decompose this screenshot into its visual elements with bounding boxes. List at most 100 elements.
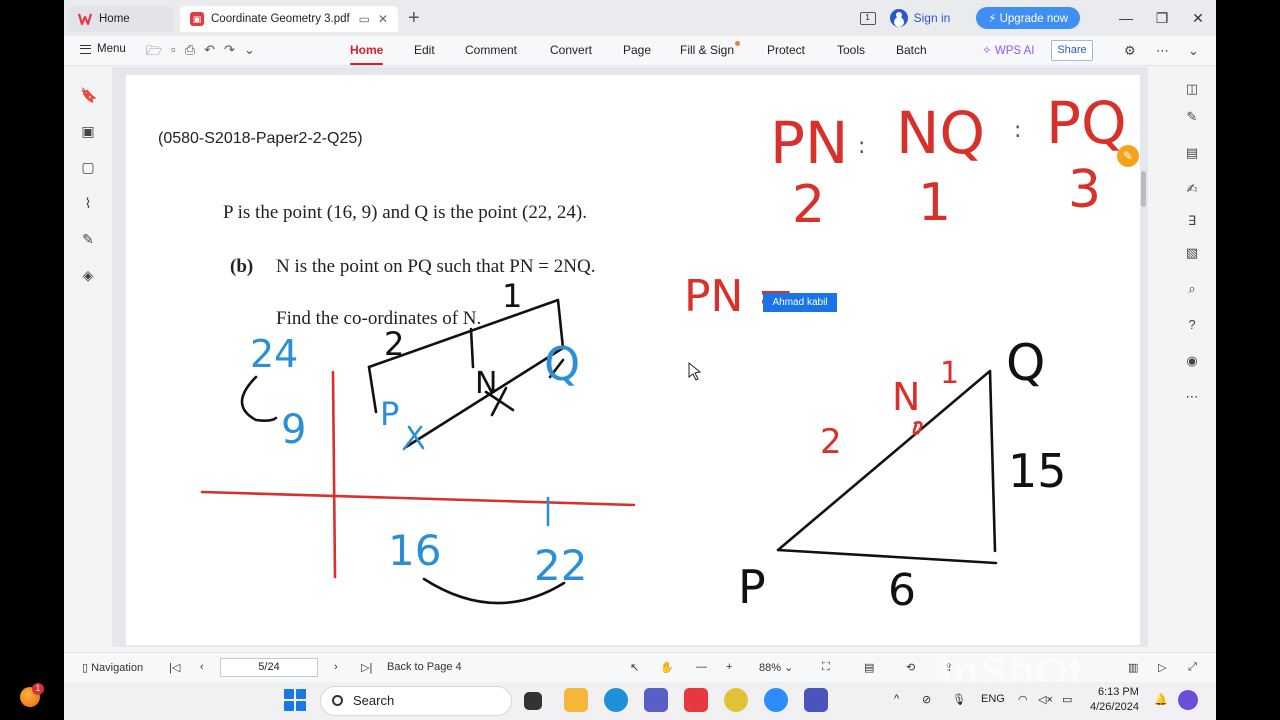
rotate-icon[interactable]: ⟲ <box>906 661 915 674</box>
tab-edit[interactable]: Edit <box>414 43 435 57</box>
tab-protect[interactable]: Protect <box>767 43 805 57</box>
signature-icon[interactable]: ✎ <box>80 231 96 247</box>
page-number-input[interactable]: 5/24 <box>220 658 318 677</box>
menu-button[interactable]: Menu <box>80 43 126 55</box>
select-tool-icon[interactable]: ↖ <box>630 661 639 674</box>
fullscreen-icon[interactable]: ⤢ <box>1188 661 1197 674</box>
upgrade-button[interactable]: ⚡ Upgrade now <box>976 7 1080 29</box>
tab-comment[interactable]: Comment <box>465 43 517 57</box>
edge-browser-icon[interactable] <box>604 688 628 712</box>
tab-page[interactable]: Page <box>623 43 651 57</box>
y-bracket <box>240 375 278 422</box>
workspace-icon[interactable]: 1 <box>859 11 876 25</box>
properties-icon[interactable]: ◫ <box>1184 81 1200 97</box>
thumbnail-icon[interactable]: ▣ <box>80 123 96 139</box>
print-icon[interactable]: ⎙ <box>185 42 195 64</box>
chrome-icon[interactable] <box>724 688 748 712</box>
vertical-scrollbar[interactable] <box>1138 67 1148 647</box>
hw-tri-n: N <box>892 375 920 419</box>
tab-screen-icon[interactable]: ▭ <box>359 12 370 26</box>
minimize-icon[interactable]: — <box>1108 10 1144 26</box>
battery-icon[interactable]: ▭ <box>1062 693 1072 706</box>
notification-bell-icon[interactable]: 🔔 <box>1154 693 1168 706</box>
hand-tool-icon[interactable]: ✋ <box>660 661 674 674</box>
restore-icon[interactable]: ❐ <box>1144 10 1180 27</box>
fit-page-icon[interactable]: ⛶ <box>822 661 830 674</box>
file-explorer-icon[interactable] <box>564 688 588 712</box>
share-button[interactable]: Share <box>1051 40 1093 61</box>
annotation-author-tag[interactable]: Ahmad kabil <box>763 293 837 312</box>
view-mode-icon[interactable]: ▤ <box>864 661 874 674</box>
tab-home[interactable]: Home <box>68 6 174 32</box>
notification-orb[interactable]: 1 <box>20 683 44 707</box>
compare-icon[interactable]: ∃ <box>1184 213 1200 229</box>
edit-pencil-icon[interactable]: ✎ <box>1117 145 1139 167</box>
document-viewport[interactable]: (0580-S2018-Paper2-2-Q25) P is the point… <box>112 67 1148 647</box>
zoom-in-icon[interactable]: + <box>726 661 732 673</box>
pdf-page[interactable]: (0580-S2018-Paper2-2-Q25) P is the point… <box>126 75 1140 645</box>
layers-icon[interactable]: ◈ <box>80 267 96 283</box>
hw-ratio-1: 1 <box>918 173 951 233</box>
zoom-out-icon[interactable]: — <box>696 661 707 673</box>
prev-page-icon[interactable]: ‹ <box>200 661 204 673</box>
reading-mode-icon[interactable]: ▥ <box>1128 661 1138 674</box>
more-options-icon[interactable]: ⋯ <box>1156 43 1169 59</box>
chevron-down-icon[interactable]: ⌄ <box>244 42 255 64</box>
next-page-icon[interactable]: › <box>334 661 338 673</box>
more-tools-icon[interactable]: ⋯ <box>1184 389 1200 405</box>
copilot-icon[interactable] <box>1178 690 1198 710</box>
tab-fill-sign[interactable]: Fill & Sign <box>680 41 741 57</box>
tab-home-ribbon[interactable]: Home <box>350 43 384 65</box>
wps-office-icon[interactable] <box>684 688 708 712</box>
graph-x-axis <box>200 490 636 507</box>
tab-close-icon[interactable]: ✕ <box>378 12 388 26</box>
zoom-level[interactable]: 88% ⌄ <box>759 661 793 674</box>
teams-icon[interactable] <box>644 688 668 712</box>
task-view-icon[interactable] <box>524 692 542 710</box>
comment-icon[interactable]: ▢ <box>80 159 96 175</box>
sign-icon[interactable]: ✍ <box>1184 181 1200 197</box>
tab-document[interactable]: ▣ Coordinate Geometry 3.pdf ▭ ✕ <box>180 6 398 32</box>
undo-icon[interactable]: ↶ <box>204 42 215 64</box>
windows-start-icon[interactable] <box>284 689 306 711</box>
play-icon[interactable]: ▷ <box>1158 661 1166 674</box>
back-to-page-link[interactable]: Back to Page 4 <box>387 661 462 673</box>
last-page-icon[interactable]: ▷| <box>361 661 372 674</box>
attachment-icon[interactable]: ⌇ <box>80 195 96 211</box>
microphone-icon[interactable]: 🎙 <box>952 693 966 706</box>
triangle-point-n <box>912 421 923 436</box>
collapse-ribbon-icon[interactable]: ⌄ <box>1188 43 1199 59</box>
zoom-app-icon[interactable] <box>764 688 788 712</box>
edit-text-icon[interactable]: ✎ <box>1184 109 1200 125</box>
wps-ai-button[interactable]: ✧ WPS AI <box>982 43 1034 57</box>
tray-network-icon[interactable]: ⊘ <box>922 693 931 706</box>
sign-in-button[interactable]: Sign in <box>889 9 950 27</box>
navigation-toggle[interactable]: ▯ Navigation <box>82 661 143 674</box>
scrollbar-thumb[interactable] <box>1141 171 1146 207</box>
wifi-icon[interactable]: ◠ <box>1018 693 1028 706</box>
system-clock[interactable]: 6:13 PM 4/26/2024 <box>1090 685 1139 715</box>
taskbar-search-input[interactable]: Search <box>320 686 512 716</box>
hw-pn: PN <box>770 109 848 177</box>
open-folder-icon[interactable]: 🗁 <box>146 42 162 64</box>
volume-icon[interactable]: ◁× <box>1038 693 1053 706</box>
hamburger-icon <box>80 44 91 54</box>
redo-icon[interactable]: ↷ <box>224 42 235 64</box>
first-page-icon[interactable]: |◁ <box>169 661 180 674</box>
tray-chevron-icon[interactable]: ^ <box>894 693 899 705</box>
form-icon[interactable]: ▤ <box>1184 145 1200 161</box>
crop-icon[interactable]: ▧ <box>1184 245 1200 261</box>
tab-convert[interactable]: Convert <box>550 43 592 57</box>
help-icon[interactable]: ? <box>1184 317 1200 333</box>
new-tab-icon[interactable]: + <box>408 8 420 28</box>
tab-batch[interactable]: Batch <box>896 43 927 57</box>
save-icon[interactable]: ▫ <box>171 42 176 64</box>
tab-tools[interactable]: Tools <box>837 43 865 57</box>
eye-icon[interactable]: ◉ <box>1184 353 1200 369</box>
search-doc-icon[interactable]: ⌕ <box>1184 281 1200 297</box>
settings-gear-icon[interactable]: ⚙ <box>1124 43 1136 59</box>
teams-new-icon[interactable] <box>804 688 828 712</box>
bookmark-icon[interactable]: 🔖 <box>80 87 97 103</box>
language-indicator[interactable]: ENG <box>981 693 1005 705</box>
close-window-icon[interactable]: ✕ <box>1180 10 1216 27</box>
